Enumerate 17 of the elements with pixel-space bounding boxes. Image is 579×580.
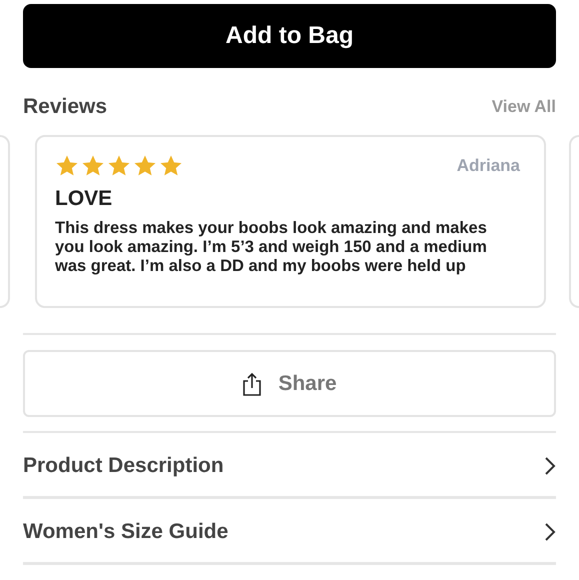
share-icon xyxy=(242,372,262,396)
review-card[interactable]: Adriana LOVE This dress makes your boobs look amazing and makes you look amazing. I’m 5’3 and weigh 150 and a medium was great. I’m also a DD and my boobs were held up xyxy=(35,135,546,308)
review-card-edge[interactable] xyxy=(0,135,10,308)
share-button[interactable]: Share xyxy=(23,350,556,417)
star-icon xyxy=(81,154,105,178)
star-icon xyxy=(55,154,79,178)
review-author: Adriana xyxy=(456,156,520,176)
review-title: LOVE xyxy=(55,187,114,211)
star-icon xyxy=(107,154,131,178)
star-icon xyxy=(159,154,183,178)
add-to-bag-button[interactable]: Add to Bag xyxy=(23,4,556,68)
section-heading: Reviews xyxy=(23,95,108,119)
chevron-right-icon xyxy=(544,522,556,542)
chevron-right-icon xyxy=(544,456,556,476)
star-icon xyxy=(133,154,157,178)
review-text: This dress makes your boobs look amazing and makes you look amazing. I’m 5’3 and weigh 150 and a medium was great. I’m also a DD and my boobs were held up xyxy=(55,219,488,276)
review-card-edge[interactable] xyxy=(569,135,579,308)
